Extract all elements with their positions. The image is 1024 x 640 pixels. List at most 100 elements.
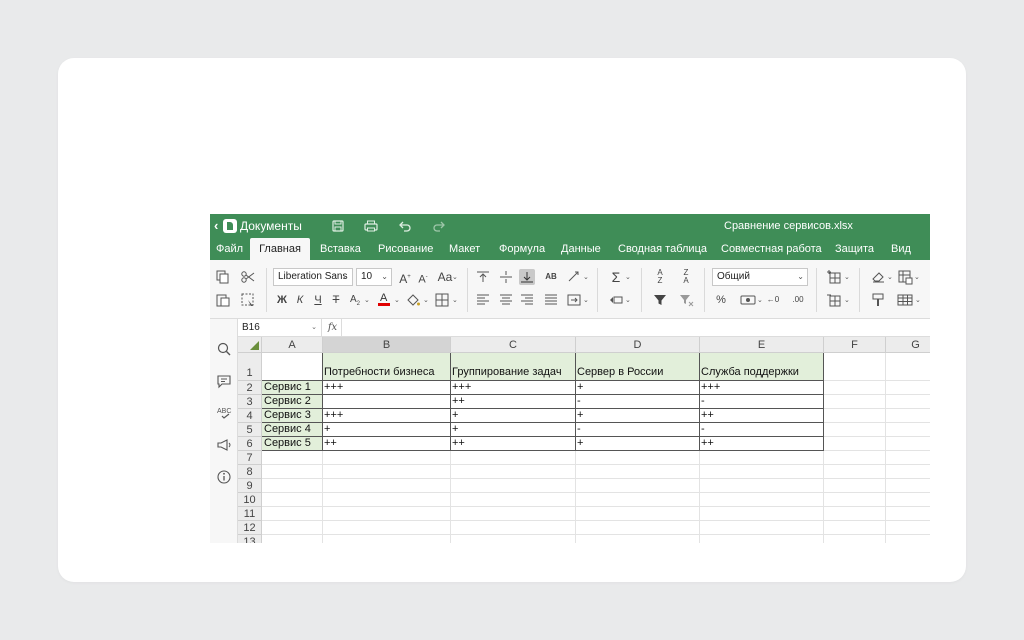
empty-cell[interactable]: [700, 521, 824, 535]
table-cell[interactable]: -: [700, 395, 824, 409]
empty-cell[interactable]: [262, 479, 323, 493]
table-cell[interactable]: ++: [700, 409, 824, 423]
empty-cell[interactable]: [262, 493, 323, 507]
column-header-f[interactable]: F: [824, 337, 886, 353]
table-cell[interactable]: +++: [700, 381, 824, 395]
menu-protection[interactable]: Защита: [835, 238, 874, 260]
autosum-icon[interactable]: Σ: [608, 269, 624, 285]
empty-cell[interactable]: [824, 479, 886, 493]
empty-cell[interactable]: [700, 507, 824, 521]
table-cell[interactable]: ++: [700, 437, 824, 451]
empty-cell[interactable]: [576, 479, 700, 493]
function-icon[interactable]: fx: [324, 319, 342, 336]
row-header[interactable]: 7: [238, 451, 262, 465]
empty-cell[interactable]: [824, 395, 886, 409]
select-all-icon[interactable]: [240, 292, 256, 308]
align-top-icon[interactable]: [475, 269, 491, 285]
decrease-decimal-icon[interactable]: ←0: [765, 292, 781, 308]
table-cell[interactable]: +++: [323, 409, 451, 423]
sort-descending-icon[interactable]: ZA: [678, 269, 694, 285]
format-as-table-icon[interactable]: [897, 292, 913, 308]
text-orientation-icon[interactable]: [566, 269, 582, 285]
table-cell[interactable]: Сервис 4: [262, 423, 323, 437]
empty-cell[interactable]: [323, 535, 451, 543]
align-left-icon[interactable]: [475, 292, 491, 308]
table-cell[interactable]: +: [451, 409, 576, 423]
empty-cell[interactable]: [886, 465, 930, 479]
menu-insert[interactable]: Вставка: [320, 238, 361, 260]
format-painter-icon[interactable]: [870, 292, 886, 308]
empty-cell[interactable]: [886, 381, 930, 395]
table-cell[interactable]: +: [576, 437, 700, 451]
table-cell[interactable]: +++: [323, 381, 451, 395]
table-cell[interactable]: ++: [323, 437, 451, 451]
empty-cell[interactable]: [262, 451, 323, 465]
empty-cell[interactable]: [824, 507, 886, 521]
feedback-icon[interactable]: [216, 437, 232, 453]
table-cell[interactable]: ++: [451, 395, 576, 409]
menu-data[interactable]: Данные: [561, 238, 601, 260]
delete-cells-icon[interactable]: [826, 292, 842, 308]
italic-button[interactable]: К: [292, 292, 308, 308]
row-header[interactable]: 13: [238, 535, 262, 543]
save-icon[interactable]: [330, 218, 346, 234]
align-center-icon[interactable]: [498, 292, 514, 308]
empty-cell[interactable]: [576, 535, 700, 543]
empty-cell[interactable]: [262, 535, 323, 543]
justify-icon[interactable]: [543, 292, 559, 308]
redo-icon[interactable]: [431, 218, 447, 234]
empty-cell[interactable]: [451, 521, 576, 535]
empty-cell[interactable]: [886, 409, 930, 423]
table-cell[interactable]: ++: [451, 437, 576, 451]
menu-layout[interactable]: Макет: [449, 238, 480, 260]
search-icon[interactable]: [216, 341, 232, 357]
menu-formula[interactable]: Формула: [499, 238, 545, 260]
menu-home[interactable]: Главная: [250, 238, 310, 260]
empty-cell[interactable]: [576, 521, 700, 535]
empty-cell[interactable]: [323, 451, 451, 465]
number-format-select[interactable]: Общий ⌄: [712, 268, 808, 286]
spellcheck-icon[interactable]: ABC: [216, 405, 232, 421]
table-header-cell[interactable]: Группирование задач: [451, 353, 576, 381]
row-header[interactable]: 1: [238, 353, 262, 381]
empty-cell[interactable]: [700, 535, 824, 543]
column-header-d[interactable]: D: [576, 337, 700, 353]
empty-cell[interactable]: [700, 493, 824, 507]
borders-icon[interactable]: [434, 292, 450, 308]
column-header-b[interactable]: B: [323, 337, 451, 353]
table-header-cell[interactable]: Служба поддержки: [700, 353, 824, 381]
font-color-icon[interactable]: A: [376, 290, 392, 306]
table-header-cell[interactable]: Потребности бизнеса: [323, 353, 451, 381]
empty-cell[interactable]: [886, 521, 930, 535]
increase-font-icon[interactable]: A+: [397, 269, 413, 286]
info-icon[interactable]: [216, 469, 232, 485]
empty-cell[interactable]: [323, 465, 451, 479]
copy-icon[interactable]: [215, 269, 231, 285]
column-header-g[interactable]: G: [886, 337, 930, 353]
menu-pivot-table[interactable]: Сводная таблица: [618, 238, 707, 260]
row-header[interactable]: 5: [238, 423, 262, 437]
table-cell[interactable]: +: [576, 381, 700, 395]
bold-button[interactable]: Ж: [274, 292, 290, 308]
table-cell[interactable]: -: [576, 395, 700, 409]
undo-icon[interactable]: [397, 218, 413, 234]
empty-cell[interactable]: [323, 507, 451, 521]
row-header[interactable]: 10: [238, 493, 262, 507]
wrap-text-icon[interactable]: AB: [543, 269, 559, 285]
table-cell[interactable]: Сервис 2: [262, 395, 323, 409]
empty-cell[interactable]: [824, 535, 886, 543]
row-header[interactable]: 8: [238, 465, 262, 479]
empty-cell[interactable]: [824, 451, 886, 465]
font-size-select[interactable]: 10 ⌄: [356, 268, 392, 286]
clear-filter-icon[interactable]: [678, 292, 694, 308]
subscript-icon[interactable]: A2: [347, 292, 363, 308]
empty-cell[interactable]: [451, 507, 576, 521]
table-cell[interactable]: [323, 395, 451, 409]
insert-cells-icon[interactable]: [826, 269, 842, 285]
documents-link[interactable]: Документы: [240, 219, 302, 233]
menu-view[interactable]: Вид: [891, 238, 911, 260]
empty-cell[interactable]: [323, 521, 451, 535]
empty-cell[interactable]: [323, 479, 451, 493]
table-cell[interactable]: Сервис 5: [262, 437, 323, 451]
table-cell[interactable]: -: [700, 423, 824, 437]
